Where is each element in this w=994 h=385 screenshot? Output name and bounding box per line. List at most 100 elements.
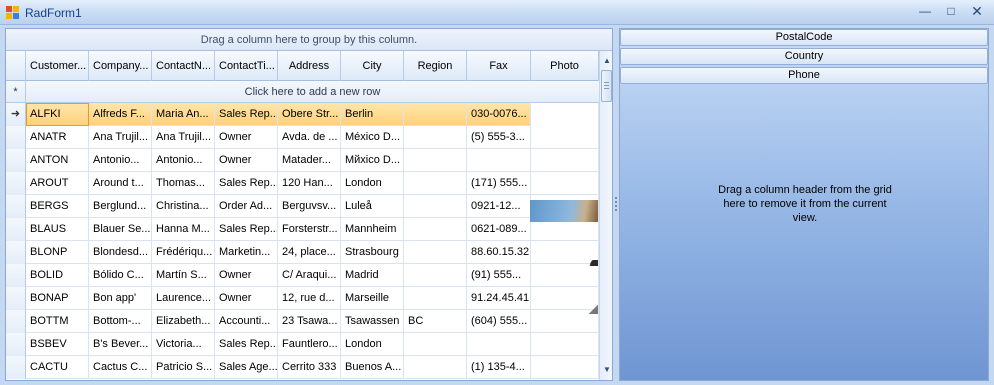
cell-contact-name[interactable]: Victoria... (152, 333, 215, 356)
cell-address[interactable]: C/ Araqui... (278, 264, 341, 287)
cell-contact-name[interactable]: Elizabeth... (152, 310, 215, 333)
cell-city[interactable]: Luleå (341, 195, 404, 218)
column-header-region[interactable]: Region (404, 51, 467, 81)
maximize-button[interactable]: □ (940, 4, 962, 20)
cell-city[interactable]: Tsawassen (341, 310, 404, 333)
row-indicator[interactable] (6, 287, 26, 310)
cell-contact-name[interactable]: Hanna M... (152, 218, 215, 241)
cell-customer-id[interactable]: BOTTM (26, 310, 89, 333)
cell-contact-name[interactable]: Martín S... (152, 264, 215, 287)
cell-customer-id[interactable]: CACTU (26, 356, 89, 379)
cell-city[interactable]: Madrid (341, 264, 404, 287)
splitter-grip[interactable] (614, 195, 618, 215)
cell-customer-id[interactable]: AROUT (26, 172, 89, 195)
column-header-fax[interactable]: Fax (467, 51, 531, 81)
column-header-address[interactable]: Address (278, 51, 341, 81)
minimize-button[interactable]: — (914, 4, 936, 20)
cell-customer-id[interactable]: BONAP (26, 287, 89, 310)
cell-contact-title[interactable]: Owner (215, 126, 278, 149)
cell-contact-title[interactable]: Order Ad... (215, 195, 278, 218)
cell-region[interactable] (404, 149, 467, 172)
row-indicator[interactable] (6, 241, 26, 264)
row-indicator[interactable] (6, 310, 26, 333)
cell-company[interactable]: Berglund... (89, 195, 152, 218)
cell-city[interactable]: Strasbourg (341, 241, 404, 264)
cell-contact-name[interactable]: Thomas... (152, 172, 215, 195)
cell-company[interactable]: Blondesd... (89, 241, 152, 264)
cell-fax[interactable]: 0621-089... (467, 218, 531, 241)
hidden-column-country[interactable]: Country (620, 48, 988, 65)
table-row[interactable]: BLAUS Blauer Se... Hanna M... Sales Rep... F… (6, 218, 599, 241)
row-indicator[interactable] (6, 356, 26, 379)
table-row[interactable]: BOTTM Bottom-... Elizabeth... Accounti... 23… (6, 310, 599, 333)
cell-region[interactable] (404, 356, 467, 379)
table-row[interactable]: ANTON Antonio... Antonio... Owner Matader...… (6, 149, 599, 172)
table-row[interactable]: ANATR Ana Trujil... Ana Trujil... Owner Avda… (6, 126, 599, 149)
table-row[interactable]: BONAP Bon app' Laurence... Owner 12, rue d..… (6, 287, 599, 310)
cell-contact-title[interactable]: Sales Rep... (215, 103, 278, 126)
cell-contact-title[interactable]: Owner (215, 149, 278, 172)
cell-region[interactable] (404, 103, 467, 126)
cell-contact-title[interactable]: Marketin... (215, 241, 278, 264)
cell-contact-name[interactable]: Christina... (152, 195, 215, 218)
cell-contact-title[interactable]: Owner (215, 264, 278, 287)
hidden-column-phone[interactable]: Phone (620, 67, 988, 84)
cell-photo[interactable] (531, 333, 599, 356)
cell-customer-id[interactable]: ANATR (26, 126, 89, 149)
cell-contact-name[interactable]: Patricio S... (152, 356, 215, 379)
row-indicator[interactable] (6, 333, 26, 356)
hidden-column-postalcode[interactable]: PostalCode (620, 29, 988, 46)
new-row-prompt[interactable]: Click here to add a new row (26, 81, 599, 102)
cell-region[interactable] (404, 195, 467, 218)
close-button[interactable]: ✕ (966, 4, 988, 20)
column-header-customer-id[interactable]: Customer... (26, 51, 89, 81)
cell-address[interactable]: 23 Tsawa... (278, 310, 341, 333)
cell-contact-name[interactable]: Ana Trujil... (152, 126, 215, 149)
current-row-arrow-icon[interactable]: ➜ (6, 103, 26, 126)
cell-region[interactable] (404, 241, 467, 264)
cell-contact-name[interactable]: Laurence... (152, 287, 215, 310)
cell-region[interactable] (404, 333, 467, 356)
cell-customer-id[interactable]: ALFKI (26, 103, 89, 126)
cell-fax[interactable]: (604) 555... (467, 310, 531, 333)
cell-photo[interactable] (531, 172, 599, 195)
cell-city[interactable]: México D... (341, 126, 404, 149)
cell-address[interactable]: 24, place... (278, 241, 341, 264)
cell-address[interactable]: Matader... (278, 149, 341, 172)
cell-address[interactable]: Forsterstr... (278, 218, 341, 241)
cell-address[interactable]: Berguvsv... (278, 195, 341, 218)
cell-company[interactable]: Antonio... (89, 149, 152, 172)
cell-customer-id[interactable]: BLONP (26, 241, 89, 264)
cell-address[interactable]: Fauntlero... (278, 333, 341, 356)
cell-contact-name[interactable]: Antonio... (152, 149, 215, 172)
cell-customer-id[interactable]: BLAUS (26, 218, 89, 241)
cell-fax[interactable]: 88.60.15.32 (467, 241, 531, 264)
cell-address[interactable]: Obere Str... (278, 103, 341, 126)
cell-city[interactable]: Mйxico D... (341, 149, 404, 172)
cell-city[interactable]: Berlin (341, 103, 404, 126)
cell-city[interactable]: Mannheim (341, 218, 404, 241)
cell-photo[interactable] (531, 264, 599, 287)
cell-company[interactable]: Alfreds F... (89, 103, 152, 126)
row-indicator[interactable] (6, 218, 26, 241)
table-row[interactable]: BERGS Berglund... Christina... Order Ad... B… (6, 195, 599, 218)
cell-address[interactable]: Avda. de ... (278, 126, 341, 149)
cell-contact-name[interactable]: Frédériqu... (152, 241, 215, 264)
cell-contact-title[interactable]: Accounti... (215, 310, 278, 333)
cell-photo[interactable] (531, 103, 599, 126)
table-row[interactable]: BSBEV B's Bever... Victoria... Sales Rep...… (6, 333, 599, 356)
new-row[interactable]: * Click here to add a new row (6, 81, 599, 103)
cell-contact-title[interactable]: Sales Rep... (215, 218, 278, 241)
cell-customer-id[interactable]: BERGS (26, 195, 89, 218)
cell-region[interactable] (404, 264, 467, 287)
cell-region[interactable] (404, 287, 467, 310)
cell-address[interactable]: 120 Han... (278, 172, 341, 195)
cell-city[interactable]: London (341, 333, 404, 356)
cell-contact-title[interactable]: Sales Rep... (215, 172, 278, 195)
vertical-scrollbar[interactable]: ▲ ▼ (599, 51, 612, 380)
column-header-contact-name[interactable]: ContactN... (152, 51, 215, 81)
table-row[interactable]: ➜ ALFKI Alfreds F... Maria An... Sales Rep..… (6, 103, 599, 126)
cell-customer-id[interactable]: ANTON (26, 149, 89, 172)
cell-fax[interactable]: 0921-12... (467, 195, 531, 218)
scroll-up-icon[interactable]: ▲ (600, 54, 612, 68)
